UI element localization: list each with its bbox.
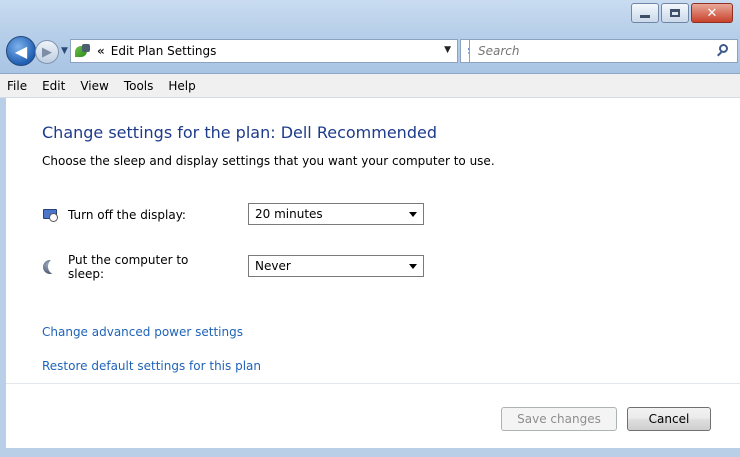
- display-timeout-select[interactable]: 20 minutes: [248, 203, 424, 225]
- menu-edit[interactable]: Edit: [35, 79, 73, 93]
- sleep-timeout-value: Never: [255, 259, 291, 273]
- back-button[interactable]: ◀: [6, 36, 36, 66]
- advanced-power-settings-link[interactable]: Change advanced power settings: [42, 325, 243, 339]
- window-bottom-border: [0, 448, 740, 457]
- sleep-setting-row: Put the computer to sleep: Never: [42, 253, 442, 281]
- menu-tools[interactable]: Tools: [117, 79, 162, 93]
- menu-file[interactable]: File: [0, 79, 35, 93]
- menu-view[interactable]: View: [73, 79, 116, 93]
- forward-arrow-icon: ▶: [42, 44, 52, 60]
- monitor-clock-icon: [42, 207, 58, 223]
- page-title: Change settings for the plan: Dell Recom…: [42, 123, 437, 142]
- display-setting-row: Turn off the display: 20 minutes: [42, 203, 442, 227]
- chevron-down-icon: [409, 263, 417, 269]
- recent-pages-dropdown-icon[interactable]: ▼: [61, 46, 68, 56]
- minimize-icon: [640, 14, 650, 18]
- address-dropdown-icon[interactable]: ▼: [444, 45, 451, 55]
- chevron-down-icon: [409, 211, 417, 217]
- window-chrome: ✕ ◀ ▶ ▼ « Edit Plan Settings ▼ ⇆: [0, 0, 740, 74]
- power-options-icon: [74, 43, 92, 59]
- navigation-bar: ◀ ▶ ▼ « Edit Plan Settings ▼ ⇆: [4, 36, 738, 68]
- window-left-border: [0, 98, 6, 457]
- menu-help[interactable]: Help: [161, 79, 203, 93]
- sleep-timeout-select[interactable]: Never: [248, 255, 424, 277]
- breadcrumb-current[interactable]: Edit Plan Settings: [111, 44, 217, 58]
- page-description: Choose the sleep and display settings th…: [42, 154, 495, 168]
- display-setting-label: Turn off the display:: [68, 208, 186, 222]
- maximize-button[interactable]: [661, 3, 689, 23]
- close-button[interactable]: ✕: [691, 3, 733, 23]
- forward-button[interactable]: ▶: [35, 40, 59, 64]
- minimize-button[interactable]: [631, 3, 659, 23]
- maximize-icon: [670, 9, 680, 17]
- search-box: [469, 39, 738, 63]
- display-timeout-value: 20 minutes: [255, 207, 323, 221]
- back-arrow-icon: ◀: [14, 41, 28, 61]
- moon-icon: [42, 259, 60, 275]
- search-icon[interactable]: [715, 43, 731, 59]
- save-changes-button[interactable]: Save changes: [501, 407, 617, 431]
- restore-defaults-link[interactable]: Restore default settings for this plan: [42, 359, 261, 373]
- window-controls: ✕: [629, 3, 733, 26]
- cancel-button[interactable]: Cancel: [627, 407, 711, 431]
- close-icon: ✕: [706, 5, 718, 21]
- search-input[interactable]: [476, 43, 696, 59]
- content-pane: Change settings for the plan: Dell Recom…: [0, 98, 740, 457]
- divider: [0, 383, 740, 384]
- address-bar[interactable]: « Edit Plan Settings ▼: [70, 39, 458, 63]
- sleep-setting-label: Put the computer to sleep:: [68, 253, 189, 281]
- menu-bar: File Edit View Tools Help: [0, 74, 740, 98]
- breadcrumb-overflow-icon[interactable]: «: [97, 44, 105, 58]
